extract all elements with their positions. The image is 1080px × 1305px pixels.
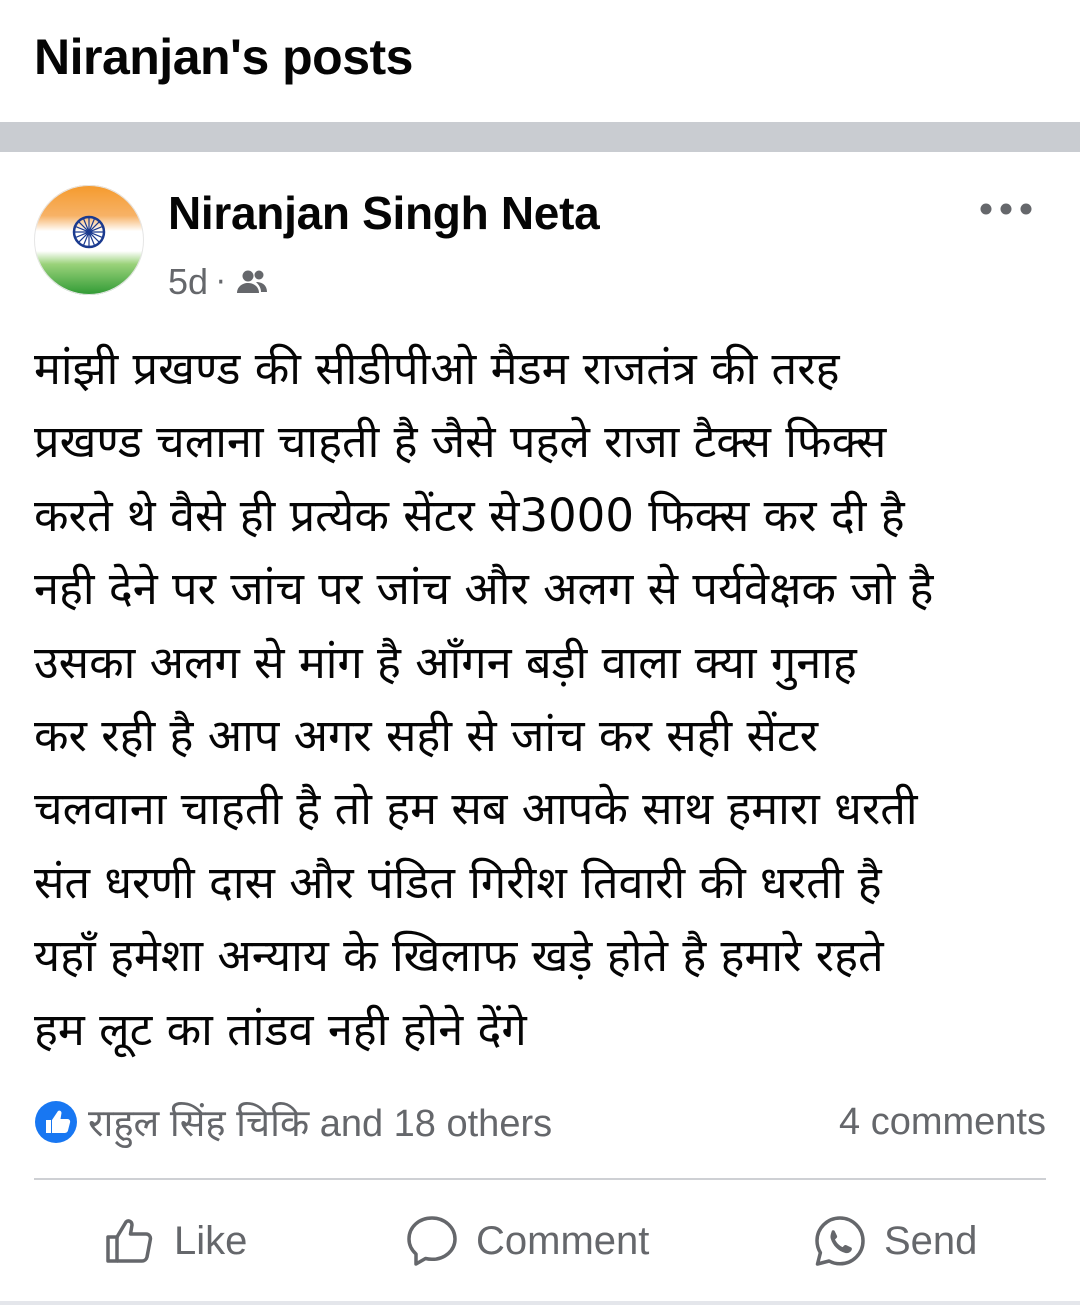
ashoka-chakra-icon bbox=[72, 215, 106, 249]
post-meta: 5d · bbox=[168, 260, 270, 304]
post-actions: Like Comment Send bbox=[0, 1188, 1080, 1294]
action-divider bbox=[34, 1178, 1046, 1180]
section-divider bbox=[0, 122, 1080, 152]
post-time[interactable]: 5d bbox=[168, 261, 208, 303]
author-avatar[interactable] bbox=[34, 185, 144, 295]
like-button[interactable]: Like bbox=[102, 1188, 247, 1294]
reactions-summary[interactable]: राहुल सिंह चिकि and 18 others bbox=[34, 1099, 552, 1145]
post-bottom-border bbox=[0, 1301, 1080, 1305]
author-name[interactable]: Niranjan Singh Neta bbox=[168, 186, 600, 240]
send-label: Send bbox=[884, 1218, 978, 1263]
comments-count[interactable]: 4 comments bbox=[839, 1099, 1046, 1145]
comment-label: Comment bbox=[476, 1218, 650, 1263]
comment-button[interactable]: Comment bbox=[404, 1188, 649, 1294]
send-button[interactable]: Send bbox=[812, 1188, 977, 1294]
page-header: Niranjan's posts bbox=[0, 0, 1080, 122]
more-horizontal-icon bbox=[980, 203, 1032, 215]
page-title: Niranjan's posts bbox=[34, 29, 414, 85]
post-text: मांझी प्रखण्ड की सीडीपीओ मैडम राजतंत्र क… bbox=[34, 342, 934, 1056]
friends-icon[interactable] bbox=[234, 264, 270, 300]
reactions-text: राहुल सिंह चिकि and 18 others bbox=[88, 1103, 553, 1145]
like-label: Like bbox=[174, 1218, 248, 1263]
meta-separator: · bbox=[216, 264, 226, 300]
whatsapp-icon bbox=[815, 1216, 865, 1266]
more-options-button[interactable] bbox=[978, 196, 1034, 222]
like-reaction-icon bbox=[35, 1101, 77, 1143]
comment-bubble-icon bbox=[407, 1216, 457, 1266]
thumbs-up-icon bbox=[106, 1219, 153, 1263]
post-card: Niranjan Singh Neta 5d · मांझी प्रखण्ड क… bbox=[0, 152, 1080, 1305]
